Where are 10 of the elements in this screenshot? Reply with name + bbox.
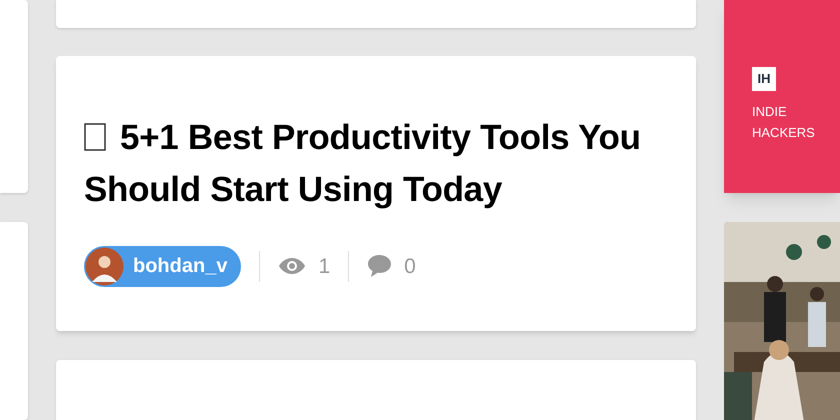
brand-logo: IH bbox=[752, 66, 776, 91]
sponsor-card[interactable]: IH INDIE HACKERS bbox=[724, 0, 840, 194]
comment-count: 0 bbox=[404, 254, 416, 280]
brand-name: INDIE HACKERS bbox=[752, 102, 816, 142]
eye-icon bbox=[278, 257, 306, 276]
post-title[interactable]: 5+1 Best Productivity Tools You Should Start Using Today bbox=[84, 112, 668, 216]
missing-glyph-icon bbox=[84, 122, 106, 151]
view-count: 1 bbox=[318, 254, 330, 280]
avatar-icon bbox=[85, 246, 124, 286]
speech-bubble-icon bbox=[367, 254, 392, 278]
